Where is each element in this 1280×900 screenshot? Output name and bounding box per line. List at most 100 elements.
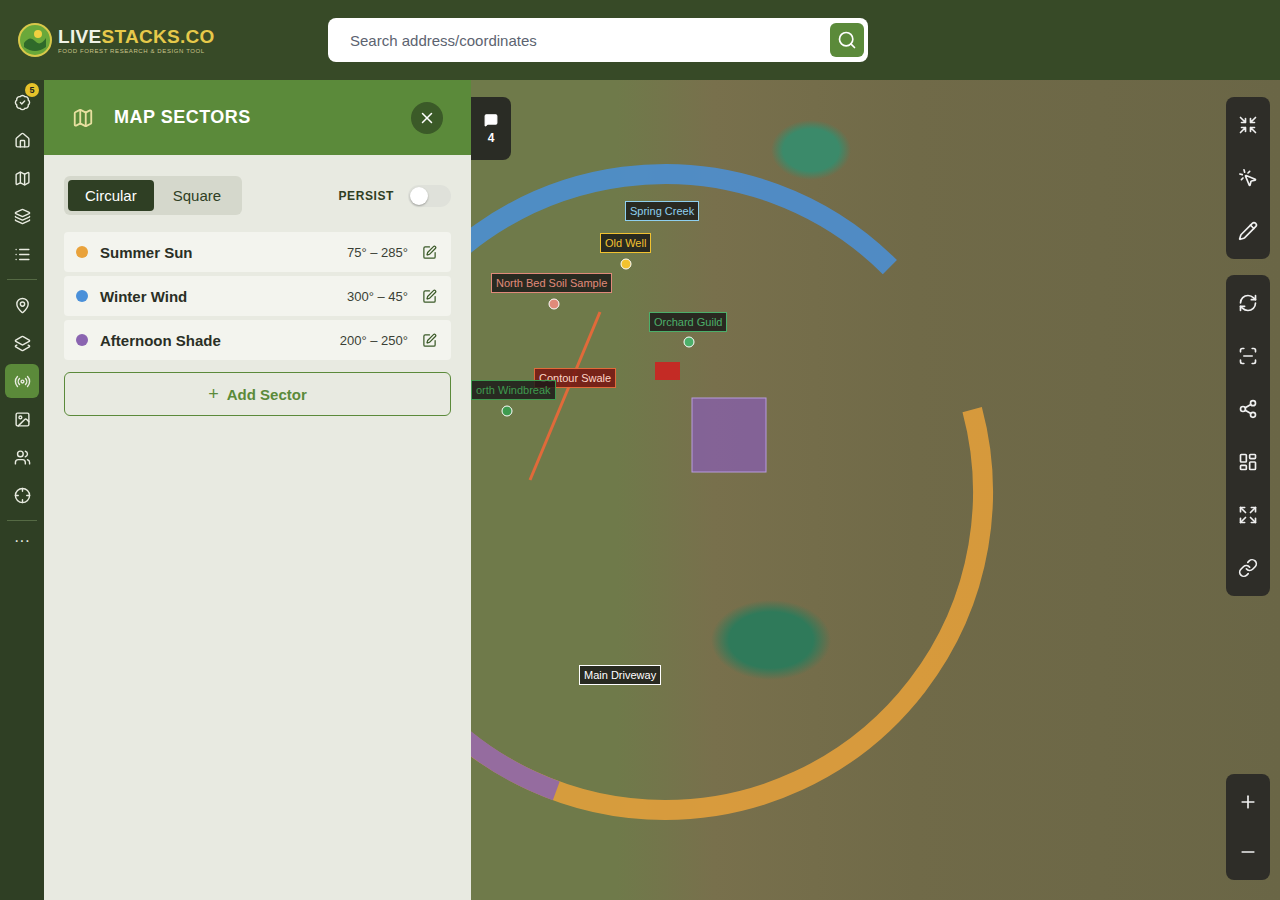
close-button[interactable] xyxy=(411,102,443,134)
zoom-out-button[interactable] xyxy=(1230,830,1266,874)
header: LIVESTACKS.COFOOD FOREST RESEARCH & DESI… xyxy=(0,0,1280,80)
sector-range: 300° – 45° xyxy=(347,289,408,304)
tool-button[interactable] xyxy=(1230,209,1266,253)
expand-icon xyxy=(1238,505,1258,525)
pencil-icon xyxy=(1238,221,1258,241)
tool-button[interactable] xyxy=(1230,493,1266,537)
sector-arc xyxy=(471,174,890,333)
edit-icon xyxy=(422,333,437,348)
map-pin[interactable] xyxy=(549,299,560,310)
rail-item[interactable] xyxy=(5,326,39,360)
sectors-panel: MAP SECTORSCircularSquarePERSISTSummer S… xyxy=(44,80,471,900)
rail-item[interactable] xyxy=(5,199,39,233)
map-icon xyxy=(14,170,31,187)
rail-item[interactable] xyxy=(5,402,39,436)
search-input[interactable] xyxy=(348,31,822,50)
search-icon xyxy=(837,30,857,50)
rail-separator xyxy=(7,279,37,280)
rail-item[interactable] xyxy=(5,288,39,322)
edit-icon xyxy=(422,289,437,304)
users-icon xyxy=(14,449,31,466)
close-icon xyxy=(418,109,436,127)
tool-button[interactable] xyxy=(1230,387,1266,431)
comment-icon xyxy=(484,113,498,127)
home-icon xyxy=(14,132,31,149)
mode-button[interactable]: Square xyxy=(156,180,238,211)
link-icon xyxy=(1238,558,1258,578)
marker-label[interactable]: Main Driveway xyxy=(579,665,661,685)
panel-header: MAP SECTORS xyxy=(44,80,471,155)
pin-icon xyxy=(14,297,31,314)
stack-icon xyxy=(14,335,31,352)
sector-dot xyxy=(76,334,88,346)
logo-icon xyxy=(18,23,52,57)
structure-area[interactable] xyxy=(655,362,680,380)
rail-item[interactable] xyxy=(5,161,39,195)
tool-group xyxy=(1226,275,1270,596)
sector-row[interactable]: Afternoon Shade 200° – 250° xyxy=(64,320,451,360)
sector-row[interactable]: Winter Wind 300° – 45° xyxy=(64,276,451,316)
sector-row[interactable]: Summer Sun75° – 285° xyxy=(64,232,451,272)
edit-icon xyxy=(422,245,437,260)
marker-label[interactable]: Old Well xyxy=(600,233,651,253)
edit-button[interactable] xyxy=(420,243,439,262)
add-sector-button[interactable]: +Add Sector xyxy=(64,372,451,416)
tool-group xyxy=(1226,97,1270,259)
tool-button[interactable] xyxy=(1230,440,1266,484)
persist-switch[interactable] xyxy=(408,185,451,207)
sector-arc xyxy=(471,410,983,810)
app: LIVESTACKS.COFOOD FOREST RESEARCH & DESI… xyxy=(0,0,1280,900)
edit-button[interactable] xyxy=(420,331,439,350)
map-pin[interactable] xyxy=(502,406,513,417)
mode-button[interactable]: Circular xyxy=(68,180,154,211)
marker-label[interactable]: Orchard Guild xyxy=(649,312,727,332)
logo[interactable]: LIVESTACKS.COFOOD FOREST RESEARCH & DESI… xyxy=(18,23,328,57)
marker-label[interactable]: Spring Creek xyxy=(625,201,699,221)
rail-item[interactable] xyxy=(5,237,39,271)
search-box xyxy=(328,18,868,62)
zone-area[interactable] xyxy=(692,398,766,472)
focus-icon xyxy=(1238,346,1258,366)
tool-button[interactable] xyxy=(1230,281,1266,325)
sector-arc xyxy=(471,601,556,791)
image-icon xyxy=(14,411,31,428)
pointer-click-icon xyxy=(1238,168,1258,188)
map-toolbar xyxy=(1226,97,1270,596)
panel-title: MAP SECTORS xyxy=(114,107,391,128)
tool-button[interactable] xyxy=(1230,546,1266,590)
collapse-icon xyxy=(1238,115,1258,135)
marker-label[interactable]: North Bed Soil Sample xyxy=(491,273,612,293)
rail-badge: 5 xyxy=(25,83,39,97)
sector-dot xyxy=(76,246,88,258)
zoom-controls xyxy=(1226,774,1270,880)
map-overlay xyxy=(471,80,1280,900)
rail-item[interactable] xyxy=(5,123,39,157)
comments-button[interactable]: 4 xyxy=(471,97,511,160)
rail-more[interactable]: ··· xyxy=(10,529,34,553)
edit-button[interactable] xyxy=(420,287,439,306)
sector-dot xyxy=(76,290,88,302)
search-button[interactable] xyxy=(830,23,864,57)
tool-button[interactable] xyxy=(1230,334,1266,378)
marker-label[interactable]: orth Windbreak xyxy=(471,380,556,400)
plus-icon xyxy=(1238,792,1258,812)
tool-button[interactable] xyxy=(1230,156,1266,200)
list-icon xyxy=(14,246,31,263)
minus-icon xyxy=(1238,842,1258,862)
rail-item[interactable]: 5 xyxy=(5,85,39,119)
map-pin[interactable] xyxy=(621,259,632,270)
layout-icon xyxy=(1238,452,1258,472)
sector-name: Summer Sun xyxy=(100,244,335,261)
zoom-in-button[interactable] xyxy=(1230,780,1266,824)
icon-rail: 5 ··· xyxy=(0,80,44,900)
target-icon xyxy=(14,487,31,504)
sector-name: Winter Wind xyxy=(100,288,335,305)
map[interactable]: Spring Creek Old Well North Bed Soil Sampl… xyxy=(471,80,1280,900)
sector-name: Afternoon Shade xyxy=(100,332,328,349)
sector-range: 200° – 250° xyxy=(340,333,408,348)
rail-item[interactable] xyxy=(5,478,39,512)
tool-button[interactable] xyxy=(1230,103,1266,147)
rail-item[interactable] xyxy=(5,440,39,474)
map-pin[interactable] xyxy=(684,337,695,348)
rail-item[interactable] xyxy=(5,364,39,398)
